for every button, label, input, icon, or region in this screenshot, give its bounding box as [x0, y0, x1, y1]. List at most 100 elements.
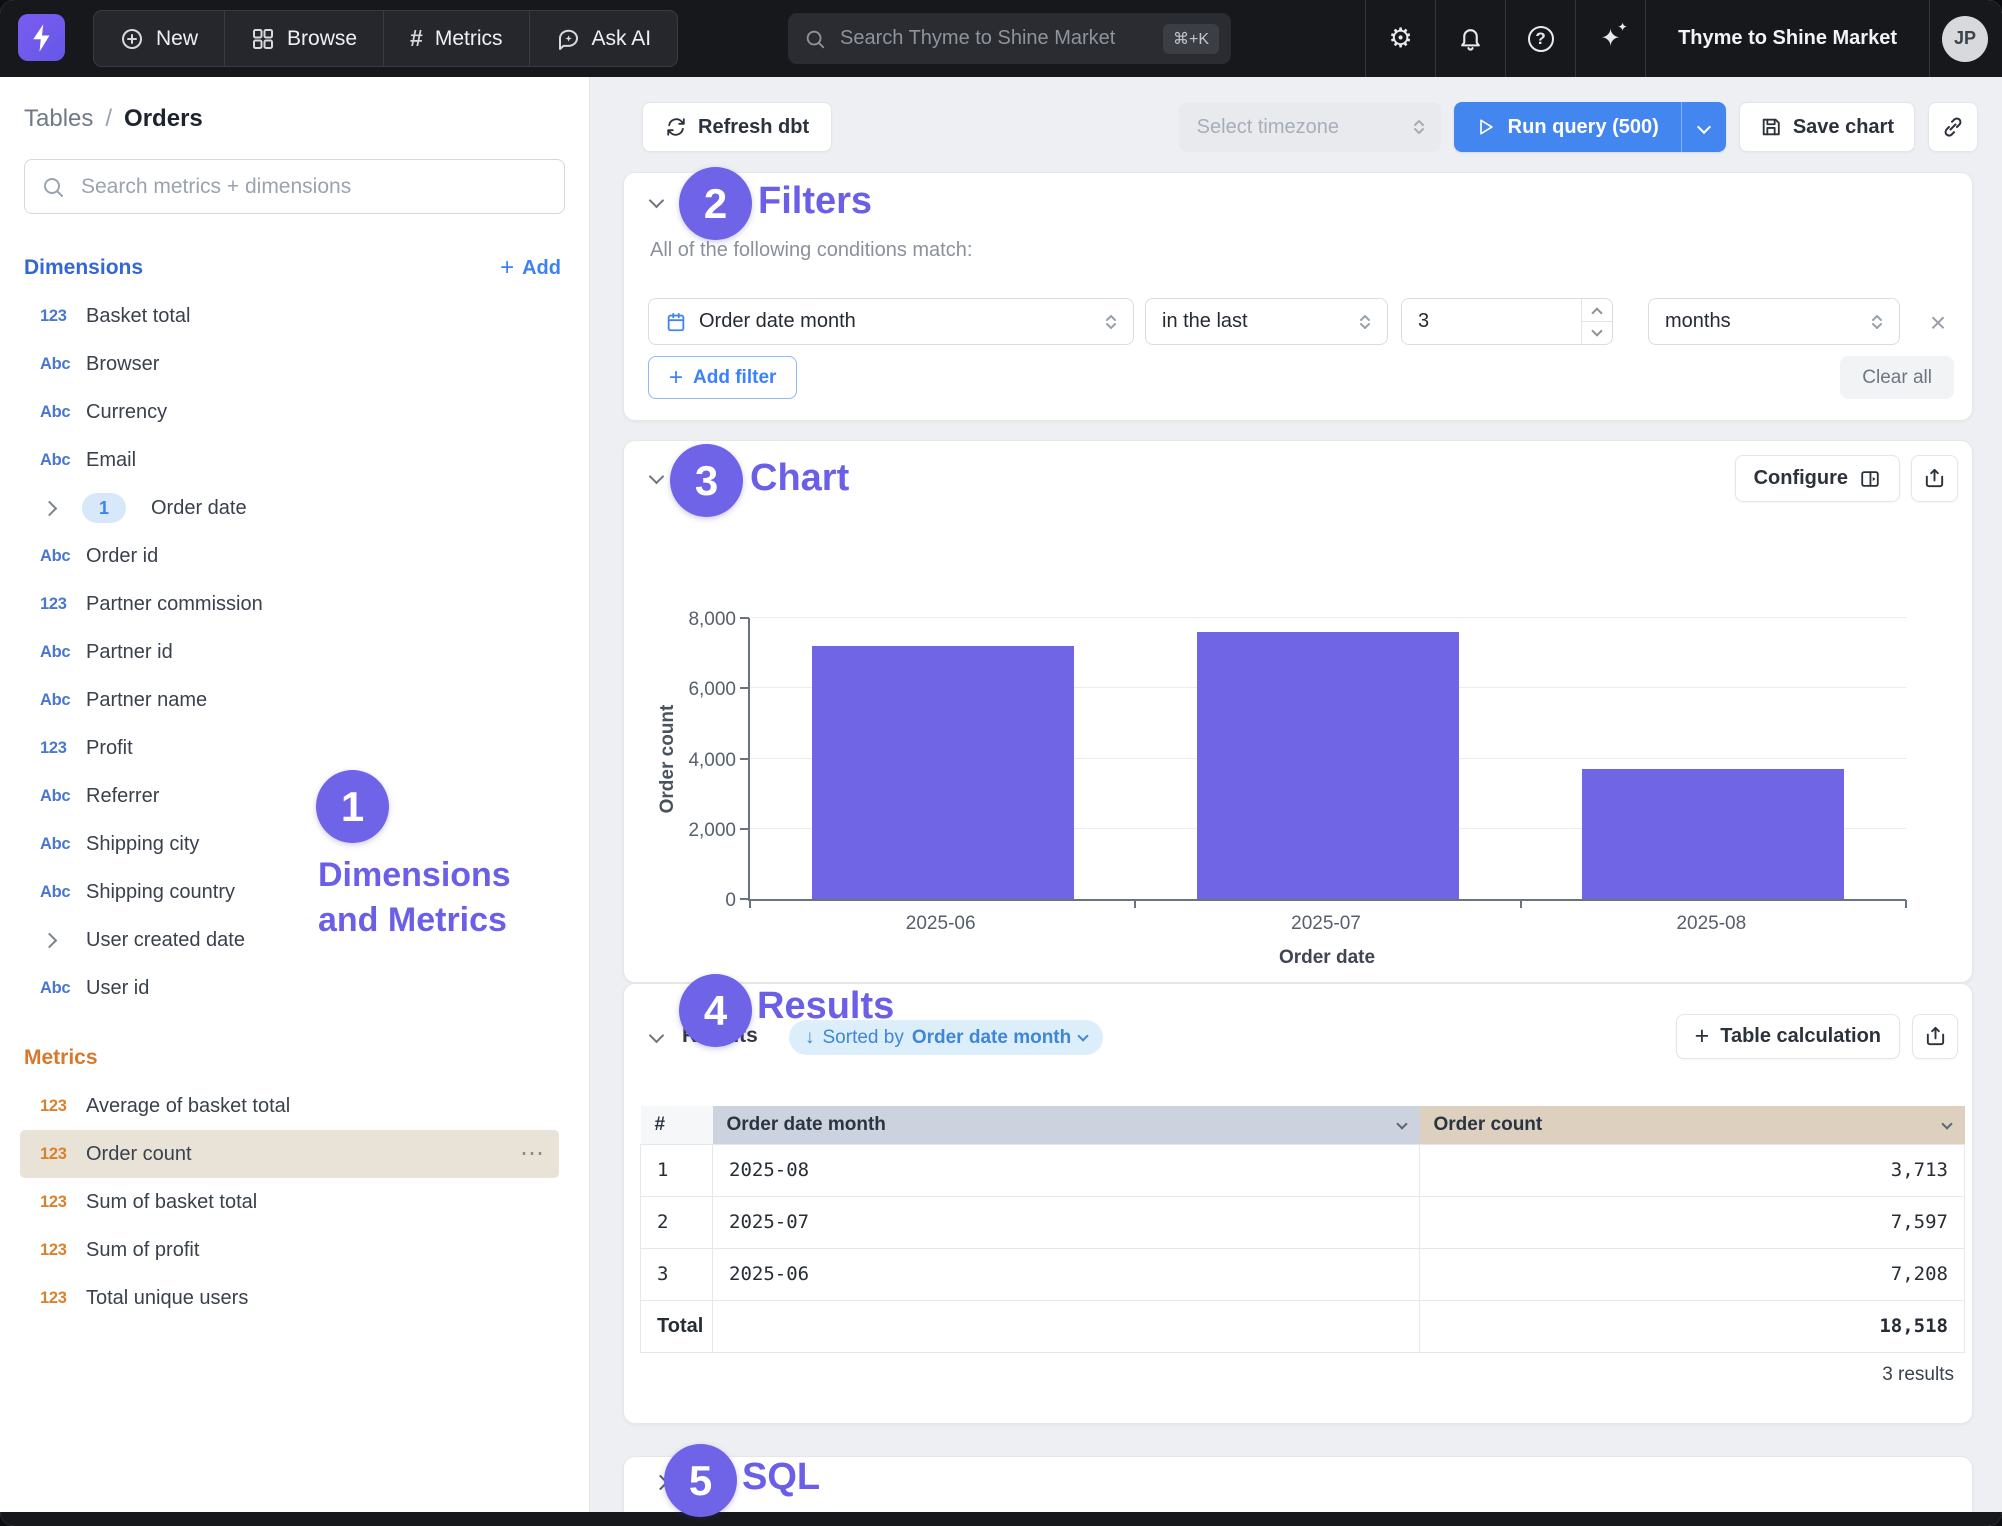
sidebar-metric-order-count[interactable]: 123 Order count ⋯ [20, 1130, 559, 1178]
whats-new-button[interactable]: ✦✦ [1575, 0, 1645, 77]
export-chart-button[interactable] [1911, 455, 1958, 502]
fields-search-input[interactable] [79, 174, 548, 200]
global-search[interactable]: ⌘+K [788, 13, 1231, 64]
metric-cell[interactable]: 7,208 [1420, 1248, 1965, 1300]
metrics-button[interactable]: # Metrics [384, 11, 529, 66]
numeric-type-icon: 123 [40, 1193, 86, 1212]
sidebar-dimension-shipping-country[interactable]: Abc Shipping country [20, 868, 559, 916]
dimension-cell[interactable]: 2025-08 [713, 1144, 1420, 1196]
bell-icon [1458, 26, 1483, 51]
sidebar-dimension-user-id[interactable]: Abc User id [20, 964, 559, 1012]
collapse-chart-chevron[interactable] [649, 469, 665, 485]
sidebar-dimension-order-date[interactable]: 1 Order date [20, 484, 559, 532]
run-query-main[interactable]: Run query (500) [1454, 102, 1681, 152]
sidebar-dimension-profit[interactable]: 123 Profit [20, 724, 559, 772]
remove-filter-button[interactable]: × [1921, 306, 1955, 340]
sorted-by-pill[interactable]: ↓ Sorted by Order date month [789, 1020, 1103, 1055]
sidebar-dimension-referrer[interactable]: Abc Referrer [20, 772, 559, 820]
filter-value-field[interactable] [1402, 299, 1581, 344]
ask-ai-button[interactable]: Ask AI [530, 11, 678, 66]
search-icon [804, 28, 826, 50]
expand-chevron-icon[interactable] [42, 932, 58, 948]
expand-chevron-icon[interactable] [42, 500, 58, 516]
field-label: Shipping country [86, 881, 235, 904]
sidebar-dimension-basket-total[interactable]: 123 Basket total [20, 292, 559, 340]
sidebar-dimension-order-id[interactable]: Abc Order id [20, 532, 559, 580]
export-results-button[interactable] [1912, 1014, 1958, 1059]
field-label: Sum of profit [86, 1239, 199, 1262]
sidebar-metric-sum-of-profit[interactable]: 123 Sum of profit [20, 1226, 559, 1274]
filter-value-input[interactable] [1401, 298, 1613, 345]
run-query-button[interactable]: Run query (500) [1454, 102, 1726, 152]
metric-cell[interactable]: 7,597 [1420, 1196, 1965, 1248]
decrement-button[interactable] [1582, 321, 1612, 344]
save-chart-button[interactable]: Save chart [1739, 102, 1915, 152]
project-switcher[interactable]: Thyme to Shine Market [1645, 0, 1930, 77]
chat-sparkle-icon [556, 27, 580, 51]
string-type-icon: Abc [40, 835, 86, 854]
add-filter-label: Add filter [693, 367, 776, 389]
new-label: New [156, 27, 198, 51]
sidebar-dimension-partner-name[interactable]: Abc Partner name [20, 676, 559, 724]
numeric-type-icon: 123 [40, 1145, 86, 1164]
add-filter-button[interactable]: + Add filter [648, 356, 797, 399]
help-button[interactable]: ? [1505, 0, 1575, 77]
timezone-select[interactable]: Select timezone [1179, 102, 1441, 152]
refresh-dbt-button[interactable]: Refresh dbt [642, 102, 832, 152]
chart-yticks: 02,0004,0006,0008,000 [624, 618, 736, 901]
collapse-results-chevron[interactable] [649, 1028, 665, 1044]
sidebar-dimension-partner-id[interactable]: Abc Partner id [20, 628, 559, 676]
filter-unit-select[interactable]: months [1648, 298, 1900, 345]
clear-all-button[interactable]: Clear all [1840, 356, 1954, 399]
collapse-filters-chevron[interactable] [649, 193, 665, 209]
x-tick-label: 2025-07 [1133, 913, 1518, 935]
sidebar-dimension-currency[interactable]: Abc Currency [20, 388, 559, 436]
metric-cell[interactable]: 3,713 [1420, 1144, 1965, 1196]
settings-button[interactable]: ⚙ [1365, 0, 1435, 77]
sidebar-dimension-user-created-date[interactable]: User created date [20, 916, 559, 964]
table-row: 1 2025-08 3,713 [641, 1144, 1965, 1196]
sql-card: SQL [623, 1456, 1973, 1514]
sidebar-metric-average-of-basket-total[interactable]: 123 Average of basket total [20, 1082, 559, 1130]
browse-button[interactable]: Browse [225, 11, 384, 66]
select-chevrons-icon [1869, 312, 1885, 332]
breadcrumb-tables-link[interactable]: Tables [24, 105, 93, 133]
new-button[interactable]: New [94, 11, 225, 66]
run-query-label: Run query (500) [1508, 116, 1659, 139]
select-chevrons-icon [1357, 312, 1373, 332]
sidebar-metric-sum-of-basket-total[interactable]: 123 Sum of basket total [20, 1178, 559, 1226]
metric-column-header[interactable]: Order count [1420, 1106, 1965, 1144]
field-label: Basket total [86, 305, 191, 328]
app-logo[interactable] [18, 14, 65, 61]
field-menu-button[interactable]: ⋯ [520, 1142, 545, 1166]
sidebar-metric-total-unique-users[interactable]: 123 Total unique users [20, 1274, 559, 1322]
sidebar-dimension-partner-commission[interactable]: 123 Partner commission [20, 580, 559, 628]
dimension-cell[interactable]: 2025-06 [713, 1248, 1420, 1300]
fields-search[interactable] [24, 159, 565, 214]
add-dimension-button[interactable]: + Add [500, 256, 561, 280]
increment-button[interactable] [1582, 299, 1612, 321]
filter-operator-select[interactable]: in the last [1145, 298, 1388, 345]
sidebar-dimension-email[interactable]: Abc Email [20, 436, 559, 484]
user-avatar[interactable]: JP [1942, 16, 1988, 62]
share-link-button[interactable] [1928, 102, 1978, 152]
notifications-button[interactable] [1435, 0, 1505, 77]
global-search-input[interactable] [838, 26, 1163, 51]
table-calculation-button[interactable]: + Table calculation [1676, 1014, 1900, 1059]
bar-2025-06[interactable] [812, 646, 1074, 899]
sorted-by-text: Sorted by [823, 1027, 904, 1049]
filter-field-select[interactable]: Order date month [648, 298, 1134, 345]
run-query-dropdown[interactable] [1681, 102, 1726, 152]
chart-card-title: Chart [680, 465, 735, 489]
sidebar-dimension-shipping-city[interactable]: Abc Shipping city [20, 820, 559, 868]
plus-circle-icon [120, 27, 144, 51]
dimension-column-header[interactable]: Order date month [713, 1106, 1420, 1144]
expand-sql-chevron[interactable] [653, 1475, 669, 1491]
sidebar-dimension-browser[interactable]: Abc Browser [20, 340, 559, 388]
bar-2025-08[interactable] [1582, 769, 1844, 899]
panel-icon [1859, 468, 1881, 490]
configure-button[interactable]: Configure [1735, 455, 1900, 502]
y-tick-mark [740, 687, 749, 689]
bar-2025-07[interactable] [1197, 632, 1459, 899]
dimension-cell[interactable]: 2025-07 [713, 1196, 1420, 1248]
